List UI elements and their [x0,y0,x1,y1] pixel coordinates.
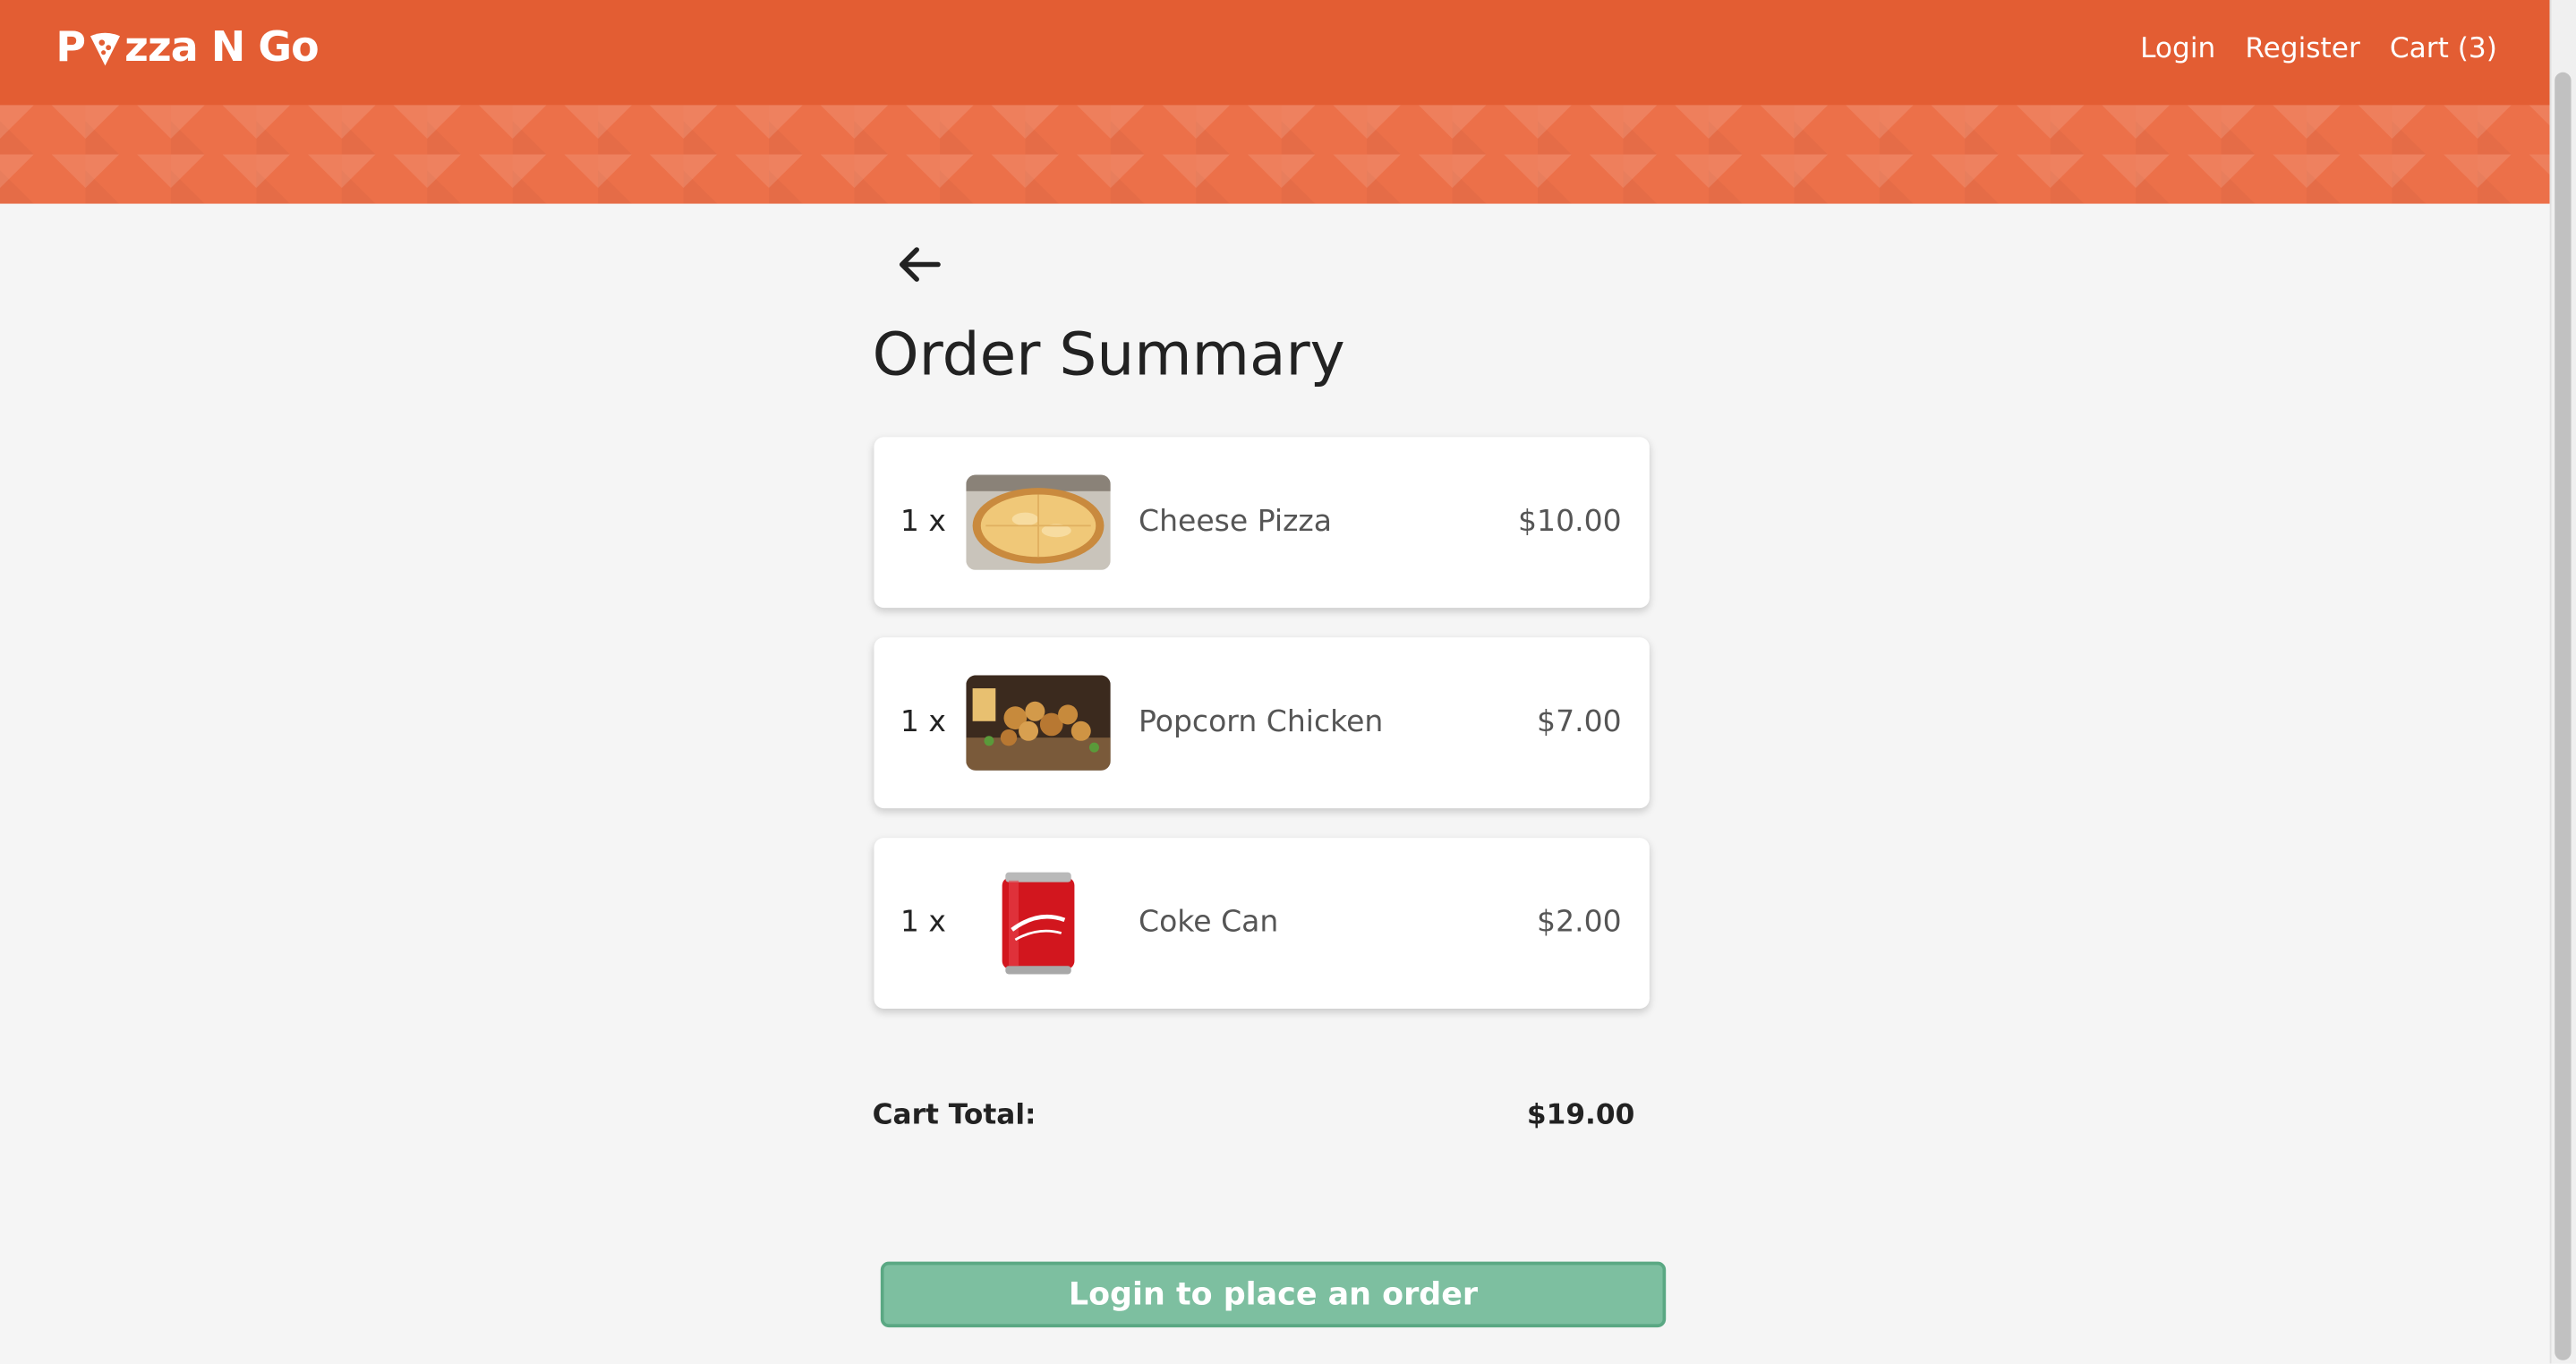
nav-links: Login Register Cart (3) [2140,33,2497,66]
back-button[interactable] [891,236,946,292]
item-name: Coke Can [1139,905,1279,940]
item-price: $2.00 [1537,905,1622,940]
cart-item: 1 x Popcorn Chicken $7.00 [874,637,1650,809]
logo-text-start: P [55,22,86,71]
page: P zza N Go Login Register Cart (3) Order… [0,0,2576,1364]
cart-item: 1 x Coke Can $2.00 [874,838,1650,1009]
cart-total-label: Cart Total: [872,1098,1036,1132]
item-price: $7.00 [1537,704,1622,739]
item-price: $10.00 [1518,504,1622,540]
nav-register-link[interactable]: Register [2245,33,2359,66]
popcorn-chicken-image [966,675,1111,771]
page-title: Order Summary [872,321,1345,390]
item-quantity: 1 x [900,905,946,940]
cheese-pizza-image [966,474,1111,570]
arrow-left-icon [899,247,941,282]
login-to-order-button[interactable]: Login to place an order [880,1261,1667,1328]
logo[interactable]: P zza N Go [55,22,320,71]
item-name: Cheese Pizza [1139,504,1333,540]
nav-login-link[interactable]: Login [2140,33,2215,66]
cart-item: 1 x Cheese Pizza $10.00 [874,437,1650,609]
item-quantity: 1 x [900,704,946,739]
item-name: Popcorn Chicken [1139,704,1384,739]
header-banner [0,105,2550,204]
coke-can-image [966,867,1111,979]
nav-cart-link[interactable]: Cart (3) [2390,33,2497,66]
logo-text-end: zza N Go [124,22,320,71]
navbar: P zza N Go Login Register Cart (3) [0,0,2550,106]
cart-total-value: $19.00 [1526,1098,1635,1132]
item-quantity: 1 x [900,504,946,540]
pizza-slice-icon [87,29,123,65]
scrollbar-thumb[interactable] [2555,72,2572,1360]
